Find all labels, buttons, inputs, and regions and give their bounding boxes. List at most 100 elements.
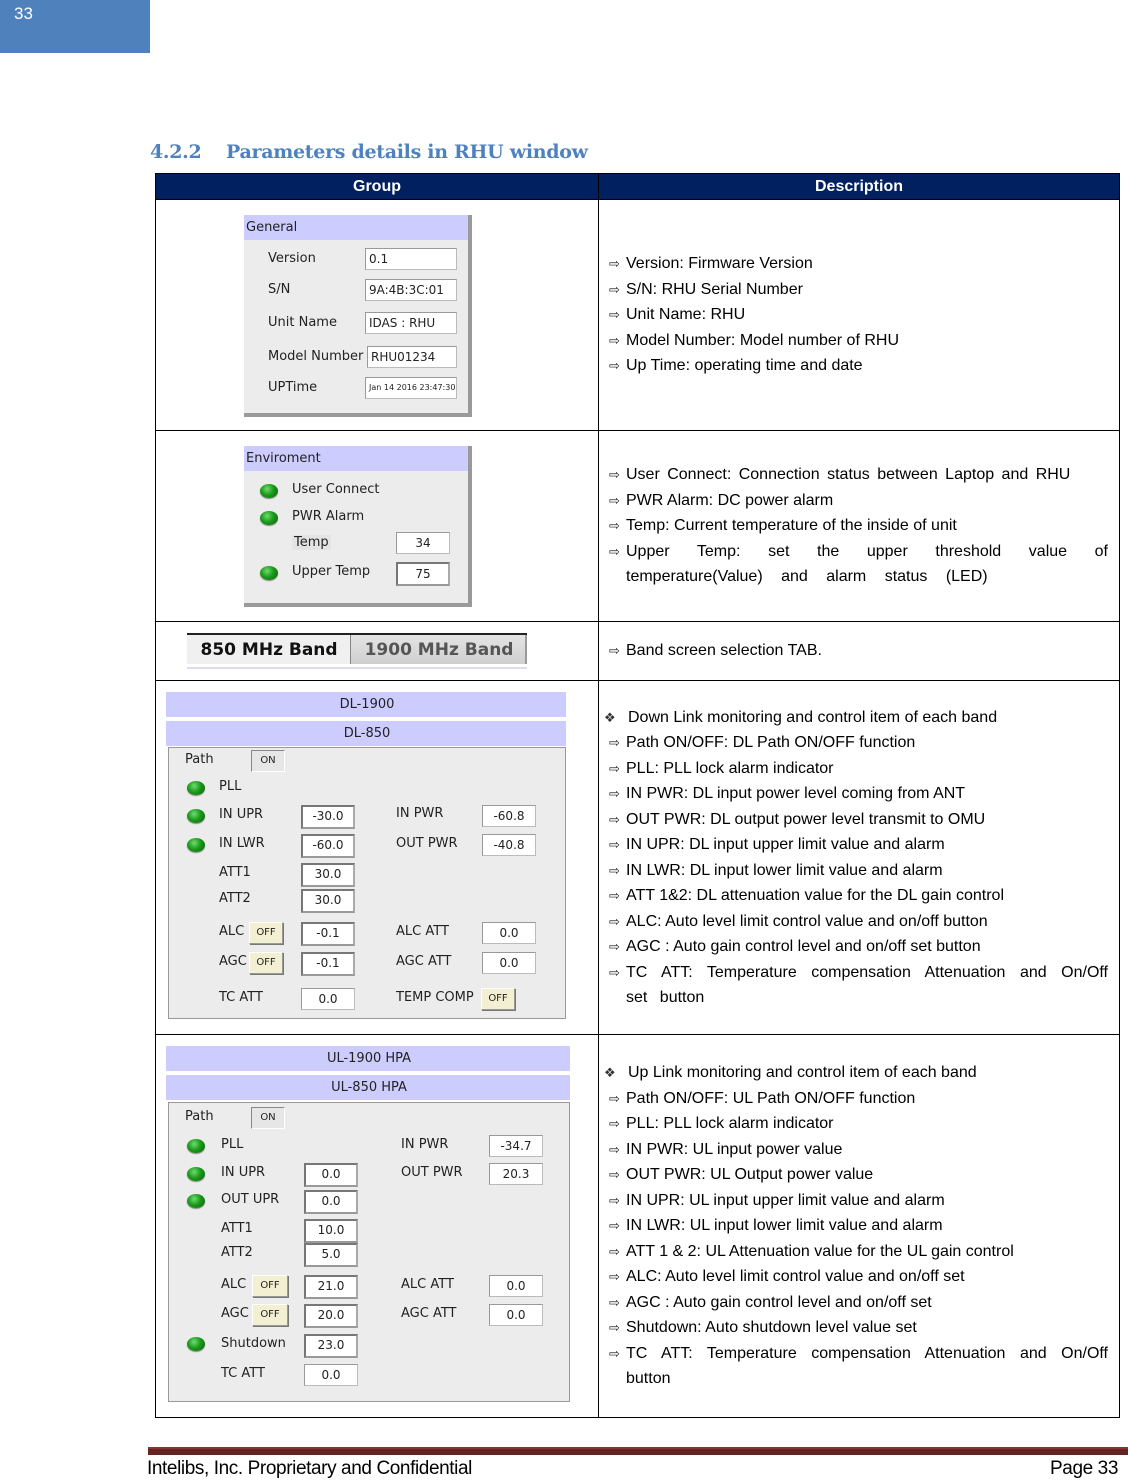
desc-text: Unit Name: RHU <box>626 306 746 324</box>
arrow-bullet-icon: ⇨ <box>609 467 620 483</box>
arrow-bullet-icon: ⇨ <box>609 1218 620 1234</box>
in-pwr-field: -60.8 <box>482 805 536 827</box>
alc-toggle-button[interactable]: OFF <box>252 1274 288 1297</box>
in-pwr-field: -34.7 <box>489 1134 543 1157</box>
band-description: ⇨ Band screen selection TAB. <box>598 621 1120 681</box>
agc-label: AGC <box>221 1305 249 1321</box>
desc-text: Temp: Current temperature of the inside … <box>626 517 957 535</box>
alc-field[interactable]: 21.0 <box>304 1274 358 1299</box>
tab-dl-1900[interactable]: DL-1900 <box>166 692 566 717</box>
desc-item: ⇨ ALC: Auto level limit control value and… <box>609 909 1108 935</box>
desc-heading: ❖ Down Link monitoring and control item o… <box>604 705 1108 731</box>
uplink-panel-cell: UL-1900 HPA UL-850 HPA Path ON PLL IN PW… <box>155 1034 599 1418</box>
att1-field[interactable]: 30.0 <box>301 863 355 887</box>
att1-label: ATT1 <box>221 1220 253 1236</box>
tab-850-mhz-band[interactable]: 850 MHz Band <box>186 635 351 664</box>
desc-text: PLL: PLL lock alarm indicator <box>626 759 834 777</box>
temp-field: 34 <box>396 531 450 554</box>
table-header-row: Group Description <box>155 173 1120 200</box>
arrow-bullet-icon: ⇨ <box>609 1141 620 1157</box>
path-label: Path <box>185 752 214 767</box>
band-tabs-cell: 850 MHz Band 1900 MHz Band <box>155 621 599 681</box>
arrow-bullet-icon: ⇨ <box>609 543 620 559</box>
general-panel: General Version 0.1 S/N 9A:4B:3C:01 Unit… <box>244 215 472 417</box>
desc-text: IN LWR: UL input lower limit value and a… <box>626 1217 943 1235</box>
shutdown-field[interactable]: 23.0 <box>304 1333 358 1358</box>
att2-field[interactable]: 30.0 <box>301 889 355 913</box>
in-upr-field[interactable]: -30.0 <box>301 805 355 829</box>
model-number-label: Model Number <box>268 349 364 364</box>
desc-text: ALC: Auto level limit control value and … <box>626 912 988 930</box>
desc-text: IN UPR: UL input upper limit value and a… <box>626 1191 945 1209</box>
desc-item: ⇨ ATT 1&2: DL attenuation value for the D… <box>609 883 1108 909</box>
agc-toggle-button[interactable]: OFF <box>252 1303 288 1326</box>
desc-item: ⇨ Path ON/OFF: DL Path ON/OFF function <box>609 730 1108 756</box>
desc-text: Shutdown: Auto shutdown level value set <box>626 1319 917 1337</box>
unit-name-field: IDAS : RHU <box>365 312 457 334</box>
temp-comp-toggle-button[interactable]: OFF <box>481 988 515 1010</box>
desc-item: ⇨ Up Time: operating time and date <box>609 353 1108 379</box>
arrow-bullet-icon: ⇨ <box>609 1192 620 1208</box>
path-toggle-button[interactable]: ON <box>251 750 285 772</box>
att1-field[interactable]: 10.0 <box>304 1218 358 1243</box>
arrow-bullet-icon: ⇨ <box>609 837 620 852</box>
in-upr-label: IN UPR <box>219 807 264 822</box>
tab-ul-1900-hpa[interactable]: UL-1900 HPA <box>166 1045 570 1071</box>
alc-att-field: 0.0 <box>489 1274 543 1297</box>
in-upr-field[interactable]: 0.0 <box>304 1162 358 1187</box>
arrow-bullet-icon: ⇨ <box>609 1269 620 1285</box>
environment-panel-cell: Enviroment User Connect PWR Alarm Temp 3… <box>155 430 599 622</box>
desc-item: ⇨ Upper Temp: set the upper threshold val… <box>609 539 1108 590</box>
desc-text: User Connect: Connection status between … <box>626 466 1071 484</box>
desc-text: ATT 1&2: DL attenuation value for the DL… <box>626 887 1004 904</box>
path-label: Path <box>185 1108 214 1124</box>
pwr-alarm-label: PWR Alarm <box>292 508 365 524</box>
path-toggle-button[interactable]: ON <box>251 1106 285 1129</box>
uplink-frame: Path ON PLL IN PWR -34.7 IN UPR 0.0 OUT … <box>168 1101 570 1402</box>
tab-1900-mhz-band[interactable]: 1900 MHz Band <box>350 635 528 664</box>
general-panel-cell: General Version 0.1 S/N 9A:4B:3C:01 Unit… <box>155 199 599 431</box>
desc-item: ⇨ Temp: Current temperature of the inside… <box>609 513 1108 539</box>
out-pwr-label: OUT PWR <box>401 1164 463 1180</box>
tab-ul-850-hpa[interactable]: UL-850 HPA <box>166 1074 570 1100</box>
alc-label: ALC <box>221 1276 247 1292</box>
desc-text: PWR Alarm: DC power alarm <box>626 491 834 509</box>
alc-toggle-button[interactable]: OFF <box>249 922 283 944</box>
agc-field[interactable]: 20.0 <box>304 1303 358 1328</box>
arrow-bullet-icon: ⇨ <box>609 492 620 508</box>
diamond-bullet-icon: ❖ <box>604 709 616 725</box>
desc-item: ⇨ User Connect: Connection status between… <box>609 462 1108 488</box>
desc-text: OUT PWR: DL output power level transmit … <box>626 810 986 828</box>
arrow-bullet-icon: ⇨ <box>609 1116 620 1132</box>
tab-dl-850[interactable]: DL-850 <box>166 721 566 746</box>
arrow-bullet-icon: ⇨ <box>609 811 620 827</box>
upper-temp-field[interactable]: 75 <box>396 561 450 586</box>
uplink-panel: UL-1900 HPA UL-850 HPA Path ON PLL IN PW… <box>166 1041 572 1406</box>
agc-att-field: 0.0 <box>489 1303 543 1326</box>
section-number: 4.2.2 <box>150 141 202 163</box>
arrow-bullet-icon: ⇨ <box>609 518 620 534</box>
att2-field[interactable]: 5.0 <box>304 1242 358 1267</box>
temp-label: Temp <box>292 534 331 550</box>
desc-item: ⇨ ALC: Auto level limit control value and… <box>609 1264 1108 1290</box>
environment-panel: Enviroment User Connect PWR Alarm Temp 3… <box>244 445 472 607</box>
uptime-field: Jan 14 2016 23:47:30 <box>365 377 457 399</box>
section-title-text: Parameters details in RHU window <box>226 141 588 163</box>
out-upr-field[interactable]: 0.0 <box>304 1189 358 1214</box>
in-lwr-field[interactable]: -60.0 <box>301 834 355 858</box>
desc-text: Band screen selection TAB. <box>626 642 822 660</box>
out-pwr-field: 20.3 <box>489 1162 543 1185</box>
parameters-table: Group Description General Version 0.1 S/… <box>155 173 1120 1418</box>
agc-field[interactable]: -0.1 <box>301 952 355 976</box>
desc-item: ⇨ IN PWR: DL input power level coming fro… <box>609 781 1108 807</box>
agc-toggle-button[interactable]: OFF <box>249 952 283 974</box>
desc-heading-text: Up Link monitoring and control item of e… <box>628 1064 977 1082</box>
alc-field[interactable]: -0.1 <box>301 922 355 946</box>
arrow-bullet-icon: ⇨ <box>609 358 620 374</box>
desc-heading-text: Down Link monitoring and control item of… <box>628 708 998 726</box>
desc-item: ⇨ AGC : Auto gain control level and on/of… <box>609 934 1108 960</box>
table-row-environment: Enviroment User Connect PWR Alarm Temp 3… <box>155 430 1120 622</box>
arrow-bullet-icon: ⇨ <box>609 939 620 954</box>
shutdown-label: Shutdown <box>221 1335 286 1351</box>
out-upr-label: OUT UPR <box>221 1191 280 1207</box>
